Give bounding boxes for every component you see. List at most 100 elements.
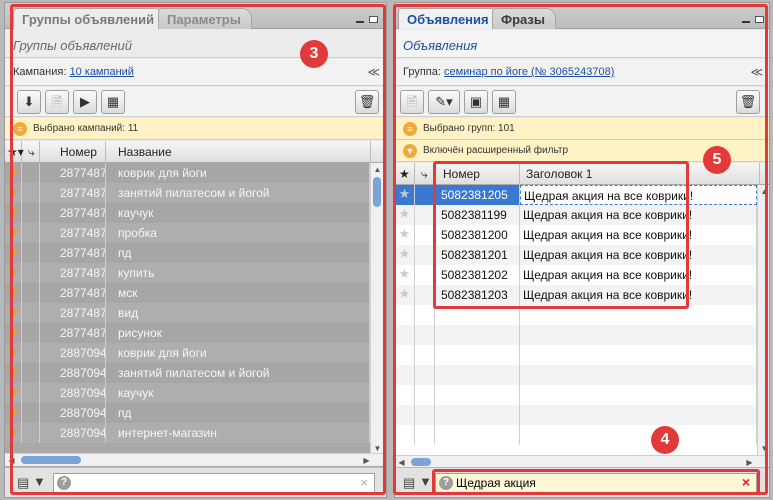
scroll-right-icon[interactable]: ▶ (360, 454, 373, 467)
maximize-icon[interactable] (755, 16, 764, 23)
row-title[interactable]: Щедрая акция на все коврики! (520, 185, 757, 205)
vertical-scrollbar[interactable]: ▲ ▼ (757, 185, 769, 455)
favorite-star-icon[interactable]: ★ (5, 263, 22, 283)
tab-ad-groups[interactable]: Группы объявлений (13, 8, 166, 29)
table-row[interactable]: ★ 2877487 мск (5, 283, 370, 303)
favorite-star-icon[interactable]: ★ (5, 303, 22, 323)
trash-icon[interactable]: 🗑 (736, 90, 760, 114)
table-row[interactable]: ★ 2877487 рисунок (5, 323, 370, 343)
table-row[interactable]: ★ 2877487 купить (5, 263, 370, 283)
star-column-header[interactable]: ★ (395, 163, 415, 185)
row-title[interactable]: Щедрая акция на все коврики! (520, 285, 757, 305)
image-icon[interactable]: ▣ (464, 90, 488, 114)
collapse-chevron-icon[interactable]: ≪ (750, 65, 763, 79)
clear-icon[interactable]: × (360, 475, 368, 490)
table-row[interactable]: ★ 2877487 каучук (5, 203, 370, 223)
favorite-star-icon[interactable]: ★ (5, 363, 22, 383)
table-row[interactable]: ★ 5082381205 Щедрая акция на все коврики! (395, 185, 757, 205)
table-row[interactable]: ★ 5082381200 Щедрая акция на все коврики! (395, 225, 757, 245)
favorite-star-icon[interactable]: ★ (5, 423, 22, 443)
favorite-star-icon[interactable]: ★ (5, 403, 22, 423)
table-row[interactable]: ★ 2877487 занятий пилатесом и йогой (5, 183, 370, 203)
row-title[interactable]: Щедрая акция на все коврики! (520, 225, 757, 245)
edit-dropdown-icon[interactable]: ✎▾ (428, 90, 460, 114)
table-row[interactable]: ★ 2887094 коврик для йоги (5, 343, 370, 363)
horizontal-scrollbar[interactable]: ◀ ▶ (5, 453, 386, 466)
right-search-input[interactable]: ? Щедрая акция × (435, 473, 757, 493)
campaign-filter-link[interactable]: 10 кампаний (69, 66, 133, 78)
minimize-icon[interactable] (742, 21, 750, 23)
favorite-star-icon[interactable]: ★ (395, 245, 415, 265)
scroll-up-icon[interactable]: ▲ (758, 185, 769, 198)
favorite-star-icon[interactable]: ★ (5, 203, 22, 223)
flag-column-header[interactable]: ⤷ (22, 141, 40, 163)
favorite-star-icon[interactable]: ★ (5, 243, 22, 263)
favorite-star-icon[interactable]: ★ (5, 383, 22, 403)
favorite-star-icon[interactable]: ★ (5, 223, 22, 243)
star-column-header[interactable]: ★▾ (5, 141, 24, 163)
hscroll-thumb[interactable] (21, 456, 81, 464)
number-column-header[interactable]: Номер (40, 141, 106, 163)
left-search-input[interactable]: ? × (53, 473, 375, 493)
table-row[interactable]: ★ 2887094 каучук (5, 383, 370, 403)
hscroll-thumb[interactable] (411, 458, 431, 466)
scroll-left-icon[interactable]: ◀ (5, 454, 18, 467)
table-row[interactable]: ★ 2877487 пд (5, 243, 370, 263)
table-row[interactable]: ★ 2887094 пд (5, 403, 370, 423)
table-icon[interactable]: ▦ (492, 90, 516, 114)
vertical-scrollbar[interactable]: ▲ ▼ (370, 163, 383, 455)
table-row[interactable]: ★ 5082381201 Щедрая акция на все коврики! (395, 245, 757, 265)
table-row[interactable]: ★ 2877487 пробка (5, 223, 370, 243)
table-row[interactable]: ★ 5082381202 Щедрая акция на все коврики! (395, 265, 757, 285)
collapse-chevron-icon[interactable]: ≪ (367, 65, 380, 79)
tab-parameters[interactable]: Параметры (158, 8, 252, 29)
download-icon[interactable]: ⬇ (17, 90, 41, 114)
favorite-star-icon[interactable]: ★ (395, 205, 415, 225)
favorite-star-icon[interactable]: ★ (5, 343, 22, 363)
table-row[interactable]: ★ 2877487 вид (5, 303, 370, 323)
row-title[interactable]: Щедрая акция на все коврики! (520, 205, 757, 225)
row-number: 2887094 (40, 423, 106, 443)
table-row[interactable]: ★ 2887094 интернет-магазин (5, 423, 370, 443)
minimize-icon[interactable] (356, 21, 364, 23)
filter-icon[interactable]: ▼ (419, 474, 432, 489)
list-settings-icon[interactable]: ▤ (403, 475, 415, 491)
favorite-star-icon[interactable]: ★ (5, 323, 22, 343)
table-icon[interactable]: ▦ (101, 90, 125, 114)
scroll-thumb[interactable] (373, 177, 381, 207)
favorite-star-icon[interactable]: ★ (395, 225, 415, 245)
flag-column-header[interactable]: ⤷ (415, 163, 435, 185)
name-column-header[interactable]: Название (106, 141, 371, 163)
right-tabbar: Объявления Фразы (395, 3, 769, 29)
move-to-icon[interactable]: ▶ (73, 90, 97, 114)
list-settings-icon[interactable]: ▤ (17, 475, 29, 491)
row-title[interactable]: Щедрая акция на все коврики! (520, 265, 757, 285)
table-row[interactable]: ★ 2877487 коврик для йоги (5, 163, 370, 183)
group-filter-link[interactable]: семинар по йоге (№ 3065243708) (444, 66, 614, 78)
maximize-icon[interactable] (369, 16, 378, 23)
number-column-header[interactable]: Номер (435, 163, 520, 185)
filter-icon[interactable]: ▼ (33, 474, 46, 489)
table-row[interactable]: ★ 5082381199 Щедрая акция на все коврики! (395, 205, 757, 225)
favorite-star-icon[interactable]: ★ (5, 283, 22, 303)
clear-icon[interactable]: × (742, 474, 750, 490)
document-icon[interactable]: 🗎 (400, 90, 424, 114)
table-row[interactable]: ★ 5082381203 Щедрая акция на все коврики! (395, 285, 757, 305)
scroll-up-icon[interactable]: ▲ (371, 163, 384, 176)
help-icon[interactable]: ? (439, 476, 453, 490)
trash-icon[interactable]: 🗑 (355, 90, 379, 114)
right-search-bar: ▤ ▼ ? Щедрая акция × (395, 467, 769, 497)
favorite-star-icon[interactable]: ★ (395, 185, 415, 205)
help-icon[interactable]: ? (57, 476, 71, 490)
tab-phrases[interactable]: Фразы (492, 8, 556, 29)
table-row[interactable]: ★ 2887094 занятий пилатесом и йогой (5, 363, 370, 383)
row-title[interactable]: Щедрая акция на все коврики! (520, 245, 757, 265)
scroll-down-icon[interactable]: ▼ (758, 442, 769, 455)
favorite-star-icon[interactable]: ★ (395, 285, 415, 305)
right-toolbar: 🗎 ✎▾ ▣ ▦ 🗑 (395, 87, 769, 117)
document-icon[interactable]: 🗎 (45, 90, 69, 114)
tab-ads[interactable]: Объявления (398, 8, 500, 29)
favorite-star-icon[interactable]: ★ (5, 183, 22, 203)
favorite-star-icon[interactable]: ★ (5, 163, 22, 183)
favorite-star-icon[interactable]: ★ (395, 265, 415, 285)
